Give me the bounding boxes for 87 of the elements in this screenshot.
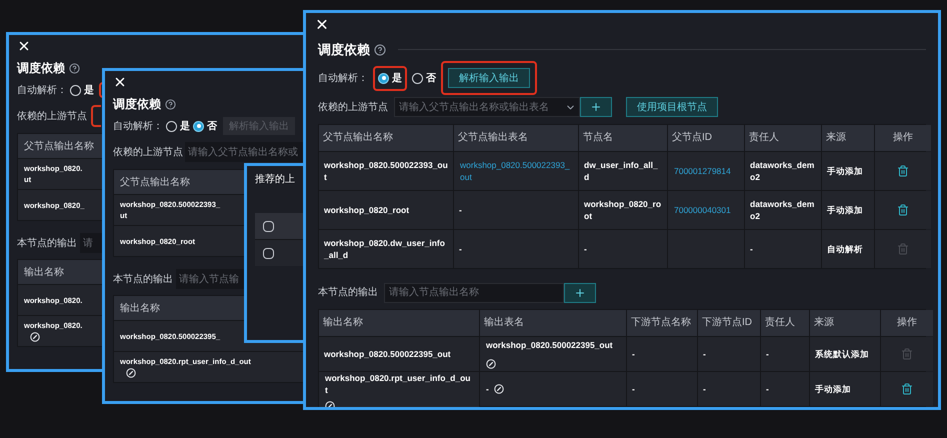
delete-button[interactable] [897, 204, 909, 216]
table-cell: - [698, 372, 760, 406]
table-link[interactable]: 700001279814 [674, 164, 731, 177]
field-label: 本节点的输出 [17, 236, 77, 250]
cell-text: workshop_0820.500022395_out [486, 338, 613, 351]
field-label: 依赖的上游节点 [113, 146, 183, 160]
column-header: 父节点ID [668, 124, 744, 151]
section-title: 调度依赖 [113, 96, 161, 113]
table-cell: 手动添加 [822, 152, 874, 190]
help-icon[interactable] [69, 62, 80, 74]
table-cell: dw_user_info_all_d [579, 152, 667, 190]
delete-button[interactable] [901, 382, 913, 395]
column-header: 节点名 [579, 124, 667, 151]
edit-icon[interactable] [486, 359, 496, 370]
field-label: 依赖的上游节点 [318, 100, 389, 115]
help-icon[interactable] [374, 44, 386, 56]
table-link[interactable]: workshop_0820.500022393_out [460, 158, 572, 183]
table-cell: 手动添加 [822, 190, 874, 229]
table-cell: workshop_0820.500022395_out [319, 336, 479, 371]
search-field[interactable]: 请输入父节点输出名称或输出表名 [394, 97, 580, 118]
radio-label: 否 [426, 72, 436, 86]
edit-icon[interactable] [30, 332, 40, 342]
add-button[interactable] [580, 97, 612, 118]
field-label: 自动解析： [113, 120, 163, 134]
field-label: 依赖的上游节点 [17, 110, 87, 124]
column-header: 责任人 [745, 124, 821, 151]
column-header: 输出名称 [319, 310, 479, 336]
table-cell: - [454, 190, 578, 229]
section-title: 调度依赖 [318, 40, 370, 59]
section-title: 调度依赖 [17, 60, 65, 77]
field-label: 本节点的输出 [318, 286, 379, 300]
radio-button[interactable] [193, 120, 204, 132]
table-cell: workshop_0820.500022393_out [319, 152, 453, 190]
edit-icon[interactable] [494, 384, 504, 394]
help-icon[interactable] [165, 98, 176, 110]
checkbox[interactable] [263, 248, 274, 258]
table-cell: - [761, 336, 809, 371]
table-cell: 系统默认添加 [810, 336, 880, 371]
table-cell: dataworks_demo2 [745, 152, 821, 190]
table-cell: 手动添加 [810, 372, 880, 406]
column-header: 输出表名 [480, 310, 626, 336]
column-header: 父节点输出表名 [454, 124, 578, 151]
radio-label: 是 [84, 84, 94, 98]
add-button[interactable] [564, 282, 596, 303]
radio-label: 否 [207, 120, 217, 134]
output-name-field[interactable]: 请输入节点输出名称 [384, 282, 564, 303]
column-header: 父节点输出名称 [319, 124, 453, 151]
table-cell: workshop_0820_root [579, 190, 667, 229]
close-icon[interactable] [113, 75, 127, 89]
field-label: 自动解析： [318, 72, 368, 86]
cell-text: - [486, 382, 489, 395]
table-cell: - [627, 336, 697, 371]
parse-button[interactable]: 解析输入输出 [448, 68, 530, 88]
root-node-button[interactable]: 使用项目根节点 [626, 97, 718, 118]
table-cell: - [454, 230, 578, 268]
radio-button[interactable] [378, 72, 389, 84]
radio-label: 是 [392, 72, 402, 86]
close-icon[interactable] [17, 39, 31, 53]
column-header: 来源 [822, 124, 874, 151]
radio-button[interactable] [70, 84, 81, 96]
table-cell: - [761, 372, 809, 406]
radio-button[interactable] [412, 72, 423, 84]
checkbox[interactable] [263, 220, 274, 232]
table-link[interactable]: 700000040301 [674, 204, 731, 216]
table-cell: workshop_0820_root [319, 190, 453, 229]
table-cell: dataworks_demo2 [745, 190, 821, 229]
plus-icon [574, 286, 586, 299]
table-cell: 自动解析 [822, 230, 874, 268]
field-label: 自动解析： [17, 84, 67, 98]
table-cell: - [627, 372, 697, 406]
radio-label: 是 [180, 120, 190, 134]
column-header: 下游节点名称 [627, 310, 697, 336]
table-cell: - [698, 336, 760, 371]
column-header: 操作 [881, 310, 933, 336]
edit-icon[interactable] [126, 368, 136, 378]
table-cell: workshop_0820.dw_user_info_all_d [319, 230, 453, 268]
column-header: 责任人 [761, 310, 809, 336]
column-header: 下游节点ID [698, 310, 760, 336]
column-header: 来源 [810, 310, 880, 336]
radio-button[interactable] [166, 120, 177, 132]
field-label: 本节点的输出 [113, 272, 173, 286]
column-header: 操作 [875, 124, 931, 151]
table-cell: - [745, 230, 821, 268]
table-cell: - [579, 230, 667, 268]
plus-icon [590, 101, 602, 114]
cell-text: workshop_0820.rpt_user_info_d_out [325, 372, 472, 396]
delete-button[interactable] [897, 164, 909, 177]
